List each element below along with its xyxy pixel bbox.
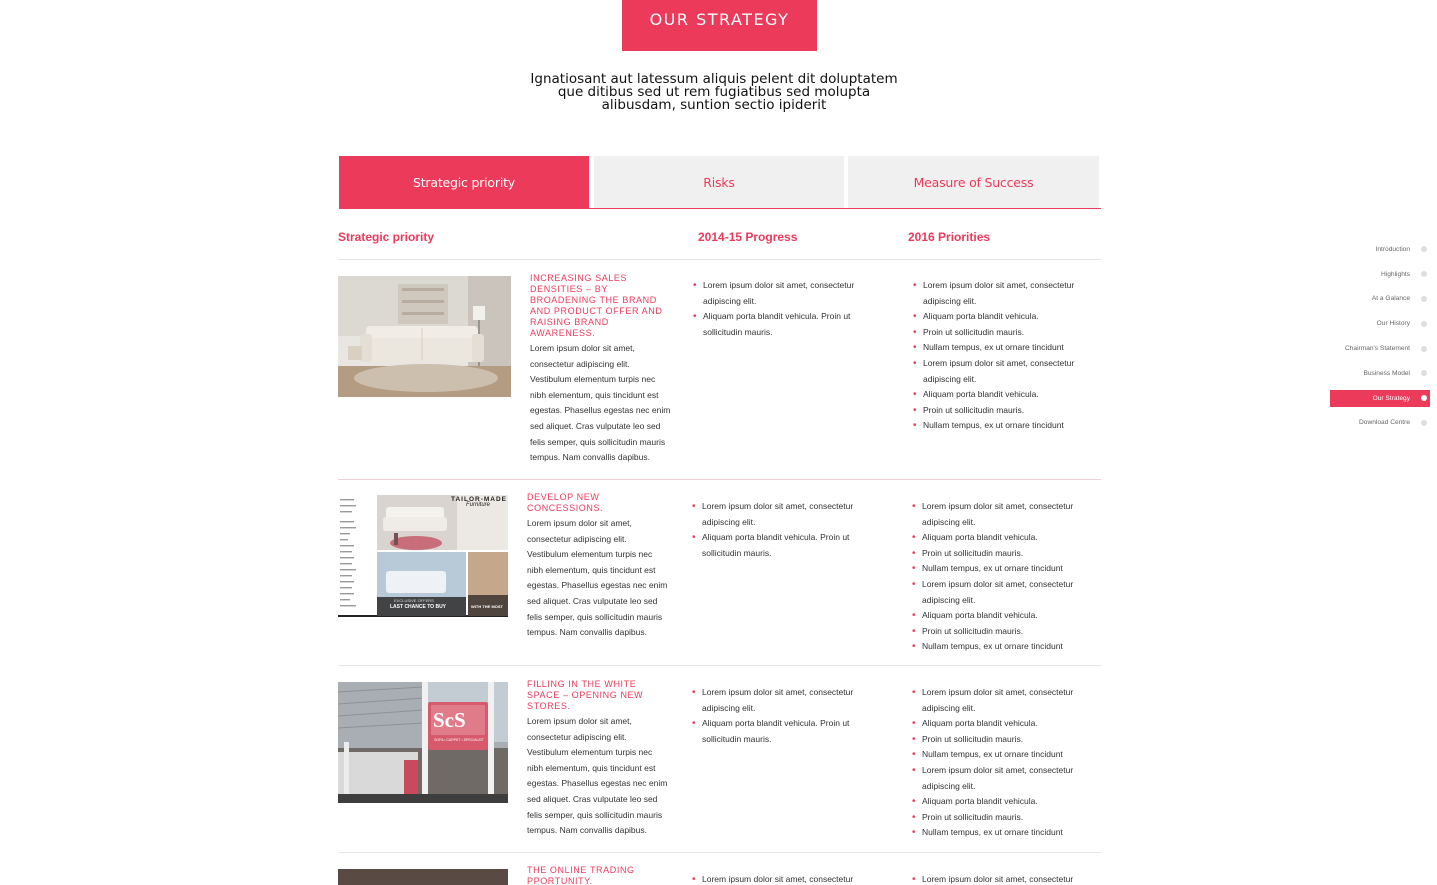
list-item: Lorem ipsum dolor sit amet, consectetur … <box>912 685 1082 716</box>
list-item: Aliquam porta blandit vehicula. Proin ut… <box>692 530 862 561</box>
strategy-tabs: Strategic priority Risks Measure of Succ… <box>339 156 1101 209</box>
list-item: Aliquam porta blandit vehicula. Proin ut… <box>692 716 862 747</box>
nav-item-business-model[interactable]: Business Model <box>1330 361 1430 386</box>
column-header-priority: Strategic priority <box>338 230 435 244</box>
nav-item-label: Our History <box>1376 320 1410 328</box>
row-title: INCREASING SALES DENSITIES – BY BROADENI… <box>530 273 663 338</box>
list-item: Nullam tempus, ex ut ornare tincidunt <box>912 747 1082 763</box>
list-item: Proin ut sollicitudin mauris. <box>912 732 1082 748</box>
list-item: Nullam tempus, ex ut ornare tincidunt <box>913 418 1083 434</box>
nav-item-label: Chairman's Statement <box>1344 345 1410 353</box>
list-item: Lorem ipsum dolor sit amet, consectetur … <box>912 499 1082 530</box>
store-sign-text: SOFA • CARPET • SPECIALIST <box>434 738 484 742</box>
store-front-image: ScS SOFA • CARPET • SPECIALIST <box>338 682 508 803</box>
section-side-nav: Introduction Highlights At a Galance Our… <box>1330 237 1430 435</box>
row-title: THE ONLINE TRADING PPORTUNITY. <box>527 865 635 885</box>
nav-dot-icon <box>1421 395 1427 402</box>
nav-item-label: Introduction <box>1375 245 1410 253</box>
strategy-row: THE ONLINE TRADING PPORTUNITY. Lorem ips… <box>338 853 1101 885</box>
nav-item-our-strategy[interactable]: Our Strategy <box>1330 389 1430 407</box>
list-item: Proin ut sollicitudin mauris. <box>913 325 1083 341</box>
list-item: Lorem ipsum dolor sit amet, consectetur <box>912 872 1082 885</box>
progress-list: Lorem ipsum dolor sit amet, consectetur … <box>693 278 863 340</box>
catalogue-offer-small: EXCLUSIVE OFFERS <box>394 598 434 603</box>
list-item: Nullam tempus, ex ut ornare tincidunt <box>912 639 1082 655</box>
row-body: Lorem ipsum dolor sit amet, consectetur … <box>527 518 668 638</box>
row-title: FILLING IN THE WHITE SPACE – OPENING NEW… <box>527 679 644 711</box>
list-item: Lorem ipsum dolor sit amet, consectetur … <box>913 356 1083 387</box>
online-trading-image <box>338 869 508 885</box>
list-item: Nullam tempus, ex ut ornare tincidunt <box>912 825 1082 841</box>
list-item: Nullam tempus, ex ut ornare tincidunt <box>913 340 1083 356</box>
nav-dot-icon <box>1421 345 1427 352</box>
nav-item-label: Download Centre <box>1359 419 1410 427</box>
nav-dot-icon <box>1421 370 1427 377</box>
list-item: Proin ut sollicitudin mauris. <box>912 624 1082 640</box>
list-item: Proin ut sollicitudin mauris. <box>913 403 1083 419</box>
progress-list: Lorem ipsum dolor sit amet, consectetur … <box>692 685 862 747</box>
catalogue-brand-script: Furniture <box>466 502 491 508</box>
nav-item-label: Our Strategy <box>1372 394 1410 402</box>
list-item: Aliquam porta blandit vehicula. <box>912 794 1082 810</box>
nav-item-chairmans-statement[interactable]: Chairman's Statement <box>1330 336 1430 361</box>
priorities-list: Lorem ipsum dolor sit amet, consectetur … <box>912 499 1082 655</box>
nav-dot-icon <box>1421 320 1427 327</box>
list-item: Lorem ipsum dolor sit amet, consectetur … <box>912 763 1082 794</box>
column-header-progress: 2014-15 Progress <box>698 230 798 244</box>
list-item: Aliquam porta blandit vehicula. <box>912 530 1082 546</box>
row-title: DEVELOP NEW CONCESSIONS. <box>527 492 604 513</box>
strategy-row: INCREASING SALES DENSITIES – BY BROADENI… <box>338 260 1101 480</box>
column-header-priorities: 2016 Priorities <box>908 230 991 244</box>
nav-item-label: Highlights <box>1381 270 1410 278</box>
nav-item-label: At a Galance <box>1371 295 1410 303</box>
list-item: Lorem ipsum dolor sit amet, consectetur … <box>692 499 862 530</box>
strategy-row: ScS SOFA • CARPET • SPECIALIST FILLING I… <box>338 666 1101 853</box>
list-item: Proin ut sollicitudin mauris. <box>912 546 1082 562</box>
intro-text: Ignatiosant aut latessum aliquis pelent … <box>530 71 898 113</box>
nav-dot-icon <box>1421 295 1427 302</box>
list-item: Nullam tempus, ex ut ornare tincidunt <box>912 561 1082 577</box>
list-item: Lorem ipsum dolor sit amet, consectetur … <box>693 278 863 309</box>
priorities-list: Lorem ipsum dolor sit amet, consectetur … <box>913 278 1083 434</box>
list-item: Lorem ipsum dolor sit amet, consectetur … <box>912 577 1082 608</box>
list-item: Aliquam porta blandit vehicula. <box>913 309 1083 325</box>
our-strategy-button[interactable]: OUR STRATEGY <box>622 0 817 51</box>
nav-item-download-centre[interactable]: Download Centre <box>1330 411 1430 436</box>
strategy-row: TAILOR-MADE Furniture EXCLUSIVE OFFERS L… <box>338 480 1101 666</box>
tab-strategic-priority[interactable]: Strategic priority <box>339 156 589 208</box>
list-item: Aliquam porta blandit vehicula. <box>913 387 1083 403</box>
store-logo-text: ScS <box>433 708 466 732</box>
tab-risks[interactable]: Risks <box>594 156 844 208</box>
list-item: Aliquam porta blandit vehicula. <box>912 608 1082 624</box>
list-item: Lorem ipsum dolor sit amet, consectetur … <box>692 685 862 716</box>
catalogue-offer-text: LAST CHANCE TO BUY <box>390 604 447 610</box>
list-item: Lorem ipsum dolor sit amet, consectetur <box>692 872 862 885</box>
nav-item-introduction[interactable]: Introduction <box>1330 237 1430 262</box>
nav-dot-icon <box>1421 246 1427 253</box>
nav-item-at-a-glance[interactable]: At a Galance <box>1330 287 1430 312</box>
concessions-catalogue-image: TAILOR-MADE Furniture EXCLUSIVE OFFERS L… <box>338 495 508 618</box>
list-item: Proin ut sollicitudin mauris. <box>912 810 1082 826</box>
list-item: Aliquam porta blandit vehicula. Proin ut… <box>693 309 863 340</box>
catalogue-side-text: WITH THE MOST <box>471 604 503 609</box>
priorities-list: Lorem ipsum dolor sit amet, consectetur … <box>912 685 1082 841</box>
list-item: Aliquam porta blandit vehicula. <box>912 716 1082 732</box>
tab-measure-of-success[interactable]: Measure of Success <box>848 156 1099 208</box>
nav-item-our-history[interactable]: Our History <box>1330 311 1430 336</box>
row-body: Lorem ipsum dolor sit amet, consectetur … <box>527 716 668 836</box>
list-item: Lorem ipsum dolor sit amet, consectetur … <box>913 278 1083 309</box>
priorities-list: Lorem ipsum dolor sit amet, consectetur <box>912 872 1082 885</box>
nav-dot-icon <box>1421 271 1427 278</box>
nav-dot-icon <box>1421 419 1427 426</box>
sofa-room-image <box>338 276 511 397</box>
progress-list: Lorem ipsum dolor sit amet, consectetur <box>692 872 862 885</box>
progress-list: Lorem ipsum dolor sit amet, consectetur … <box>692 499 862 561</box>
nav-item-highlights[interactable]: Highlights <box>1330 262 1430 287</box>
row-body: Lorem ipsum dolor sit amet, consectetur … <box>530 343 671 463</box>
nav-item-label: Business Model <box>1363 369 1410 377</box>
